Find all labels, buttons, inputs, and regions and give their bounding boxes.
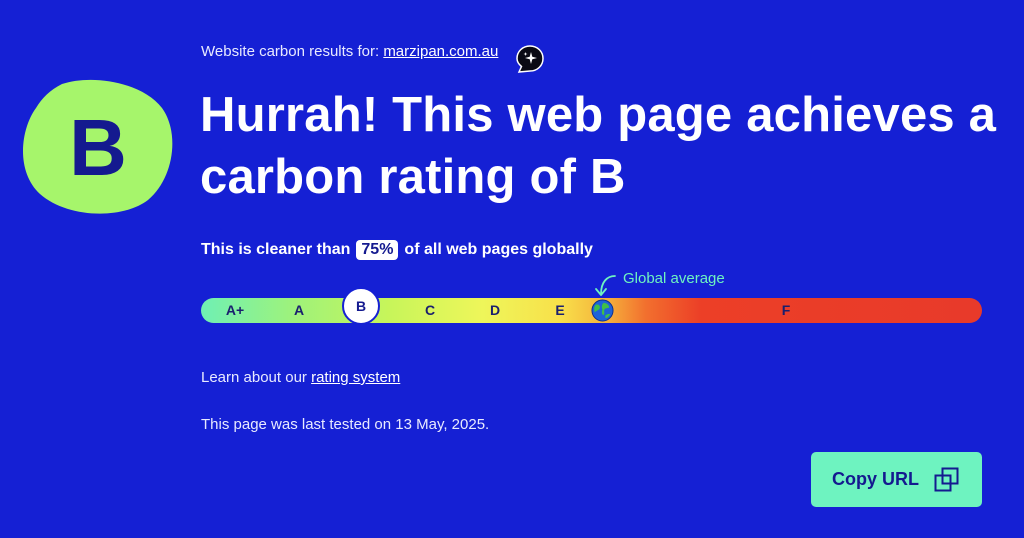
learn-prefix: Learn about our xyxy=(201,369,307,386)
scale-label-d: D xyxy=(489,302,501,318)
percent-badge: 75% xyxy=(356,240,399,260)
results-for-label: Website carbon results for: xyxy=(201,43,380,60)
copy-url-button[interactable]: Copy URL xyxy=(811,452,982,507)
scale-label-e: E xyxy=(555,302,565,318)
last-tested-text: This page was last tested on 13 May, 202… xyxy=(201,416,490,433)
scale-current-grade: B xyxy=(342,287,380,325)
site-link[interactable]: marzipan.com.au xyxy=(383,43,498,60)
scale-label-c: C xyxy=(424,302,436,318)
scale-label-a: A xyxy=(293,302,305,318)
cleaner-before: This is cleaner than xyxy=(201,241,351,258)
rating-scale: A+ A B C D E F xyxy=(201,287,982,325)
cleaner-than-text: This is cleaner than 75% of all web page… xyxy=(201,240,593,260)
rating-system-link[interactable]: rating system xyxy=(311,369,400,386)
globe-icon xyxy=(591,299,614,322)
global-average-label: Global average xyxy=(623,270,725,287)
copy-url-label: Copy URL xyxy=(832,469,919,489)
cleaner-after: of all web pages globally xyxy=(404,241,593,258)
learn-rating-system: Learn about our rating system xyxy=(201,369,400,386)
grade-letter: B xyxy=(69,103,127,192)
page-title: Hurrah! This web page achieves a carbon … xyxy=(200,88,997,204)
scale-label-a-plus: A+ xyxy=(225,302,245,318)
sparkle-chat-icon[interactable] xyxy=(515,44,545,74)
grade-badge: B xyxy=(22,78,174,214)
scale-label-f: F xyxy=(781,302,791,318)
results-for: Website carbon results for: marzipan.com… xyxy=(201,43,498,60)
curved-arrow-icon xyxy=(595,275,616,296)
copy-icon xyxy=(934,467,959,491)
